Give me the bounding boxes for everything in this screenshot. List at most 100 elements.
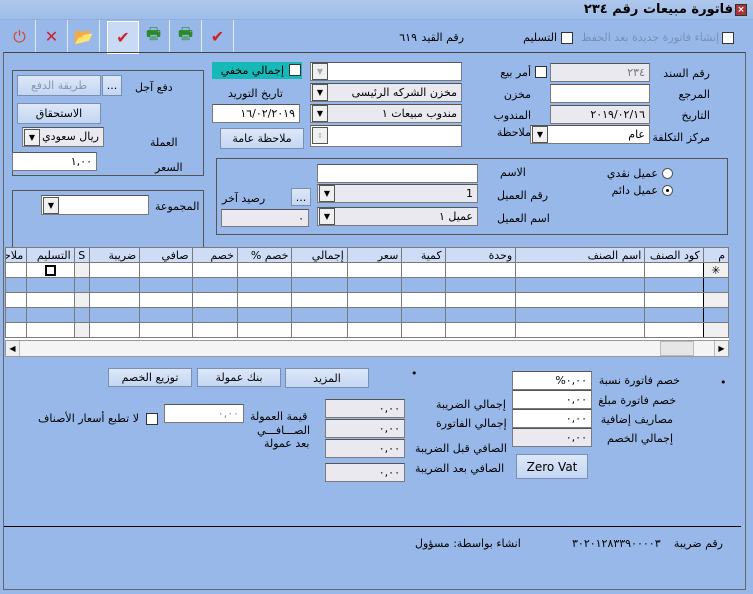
table-cell[interactable] xyxy=(444,262,517,278)
scroll-thumb[interactable] xyxy=(660,341,694,356)
delete-button[interactable]: ✕ xyxy=(36,20,68,53)
exit-button[interactable]: ⏻ xyxy=(4,20,36,53)
table-cell[interactable] xyxy=(702,322,729,338)
table-cell[interactable] xyxy=(236,262,293,278)
table-cell[interactable] xyxy=(139,322,193,338)
table-cell[interactable] xyxy=(515,322,646,338)
table-cell[interactable] xyxy=(191,277,238,293)
table-cell[interactable] xyxy=(515,292,646,308)
table-cell[interactable] xyxy=(139,292,193,308)
commission-bank-button[interactable]: بنك عمولة xyxy=(197,368,281,387)
table-cell[interactable] xyxy=(5,262,28,278)
table-row[interactable]: ✳ xyxy=(5,262,729,278)
delivery-checkbox[interactable] xyxy=(561,32,573,44)
chevron-down-icon[interactable]: ▼ xyxy=(24,129,40,146)
new-after-save-checkbox[interactable] xyxy=(722,32,734,44)
doc-no-field[interactable]: ٢٣٤ xyxy=(550,63,650,82)
table-row[interactable] xyxy=(5,307,729,323)
table-cell[interactable] xyxy=(515,262,646,278)
column-header[interactable]: م xyxy=(702,247,729,263)
table-cell[interactable] xyxy=(88,322,141,338)
payment-method-button[interactable]: طريقة الدفع xyxy=(17,75,101,96)
chevron-down-icon[interactable]: ▼ xyxy=(319,185,335,202)
table-cell[interactable] xyxy=(191,292,238,308)
extra-expenses-field[interactable]: ٠,٠٠ xyxy=(512,409,592,428)
supply-date-field[interactable]: ١٦/٠٢/٢٠١٩ xyxy=(212,104,300,123)
column-header[interactable]: سعر xyxy=(346,247,403,263)
chevron-down-icon[interactable]: ▼ xyxy=(532,126,548,143)
table-cell[interactable] xyxy=(291,307,348,323)
table-cell[interactable] xyxy=(88,307,141,323)
table-cell[interactable] xyxy=(5,292,28,308)
table-cell[interactable] xyxy=(73,322,90,338)
chevron-down-icon[interactable]: ▼ xyxy=(312,105,328,122)
column-header[interactable]: إجمالي xyxy=(291,247,348,263)
table-cell[interactable] xyxy=(88,262,141,278)
table-cell[interactable] xyxy=(401,277,446,293)
table-cell[interactable] xyxy=(702,292,729,308)
horizontal-scrollbar[interactable]: ◀ ▶ xyxy=(5,340,729,357)
rep-select[interactable]: مندوب مبيعات ١ xyxy=(310,104,462,123)
column-header[interactable]: اسم الصنف xyxy=(515,247,646,263)
more-button[interactable]: المزيد xyxy=(285,368,369,388)
save-approve-button[interactable]: ✔ xyxy=(107,21,139,54)
table-cell[interactable] xyxy=(5,277,28,293)
table-cell[interactable] xyxy=(401,262,446,278)
table-cell[interactable] xyxy=(139,307,193,323)
payment-ellipsis-button[interactable]: ... xyxy=(102,75,122,96)
column-header[interactable]: كمية xyxy=(401,247,446,263)
chevron-down-icon[interactable]: ▼ xyxy=(312,63,328,80)
column-header[interactable]: S xyxy=(73,247,90,263)
new-row-marker[interactable]: ✳ xyxy=(702,262,729,278)
table-cell[interactable] xyxy=(644,277,704,293)
commission-value-field[interactable]: ٠,٠٠ xyxy=(164,404,244,423)
regular-customer-option[interactable]: عميل دائم xyxy=(612,184,673,197)
column-header[interactable]: التسليم xyxy=(26,247,75,263)
table-cell[interactable] xyxy=(291,322,348,338)
regular-customer-radio[interactable] xyxy=(662,185,673,196)
table-cell[interactable] xyxy=(346,262,403,278)
items-grid[interactable]: م كود الصنف اسم الصنف وحدة كمية سعر إجمالي خصم … xyxy=(5,247,729,340)
hidden-total-checkbox[interactable] xyxy=(289,64,301,76)
table-cell[interactable] xyxy=(291,292,348,308)
customer-ellipsis-button[interactable]: ... xyxy=(291,188,311,206)
table-row[interactable] xyxy=(5,292,729,308)
table-cell[interactable] xyxy=(515,277,646,293)
table-cell[interactable] xyxy=(401,322,446,338)
table-cell[interactable] xyxy=(236,292,293,308)
table-cell[interactable] xyxy=(26,262,75,278)
table-cell[interactable] xyxy=(346,292,403,308)
table-cell[interactable] xyxy=(73,277,90,293)
table-cell[interactable] xyxy=(644,307,704,323)
cash-customer-option[interactable]: عميل نقدي xyxy=(607,167,673,180)
table-cell[interactable] xyxy=(26,292,75,308)
no-print-prices-checkbox[interactable] xyxy=(146,413,158,425)
distribute-discount-button[interactable]: توزيع الخصم xyxy=(108,368,192,387)
invoice-discount-amt-field[interactable]: ٠,٠٠ xyxy=(512,390,592,409)
print-button[interactable]: 🖶 xyxy=(138,20,170,53)
scroll-left-icon[interactable]: ◀ xyxy=(6,341,20,356)
customer-name-field[interactable] xyxy=(317,164,478,183)
rate-field[interactable]: ١,٠٠ xyxy=(12,152,97,171)
column-header[interactable]: خصم xyxy=(191,247,238,263)
table-cell[interactable] xyxy=(444,307,517,323)
table-cell[interactable] xyxy=(73,262,90,278)
save-close-button[interactable]: ✔ xyxy=(202,20,234,53)
scroll-right-icon[interactable]: ▶ xyxy=(714,341,728,356)
cost-center-select[interactable]: عام xyxy=(530,125,650,144)
table-cell[interactable] xyxy=(73,307,90,323)
sale-order-checkbox[interactable] xyxy=(535,66,547,78)
table-cell[interactable] xyxy=(346,307,403,323)
table-cell[interactable] xyxy=(236,277,293,293)
spin-icon[interactable]: ⇕ xyxy=(312,127,328,144)
due-button[interactable]: الاستحقاق xyxy=(17,103,101,124)
customer-no-select[interactable]: 1 xyxy=(317,184,478,203)
cash-customer-radio[interactable] xyxy=(662,168,673,179)
chevron-down-icon[interactable]: ▼ xyxy=(43,197,59,214)
table-cell[interactable] xyxy=(515,307,646,323)
table-cell[interactable] xyxy=(291,262,348,278)
table-cell[interactable] xyxy=(88,292,141,308)
table-cell[interactable] xyxy=(346,277,403,293)
table-cell[interactable] xyxy=(346,322,403,338)
table-cell[interactable] xyxy=(702,307,729,323)
